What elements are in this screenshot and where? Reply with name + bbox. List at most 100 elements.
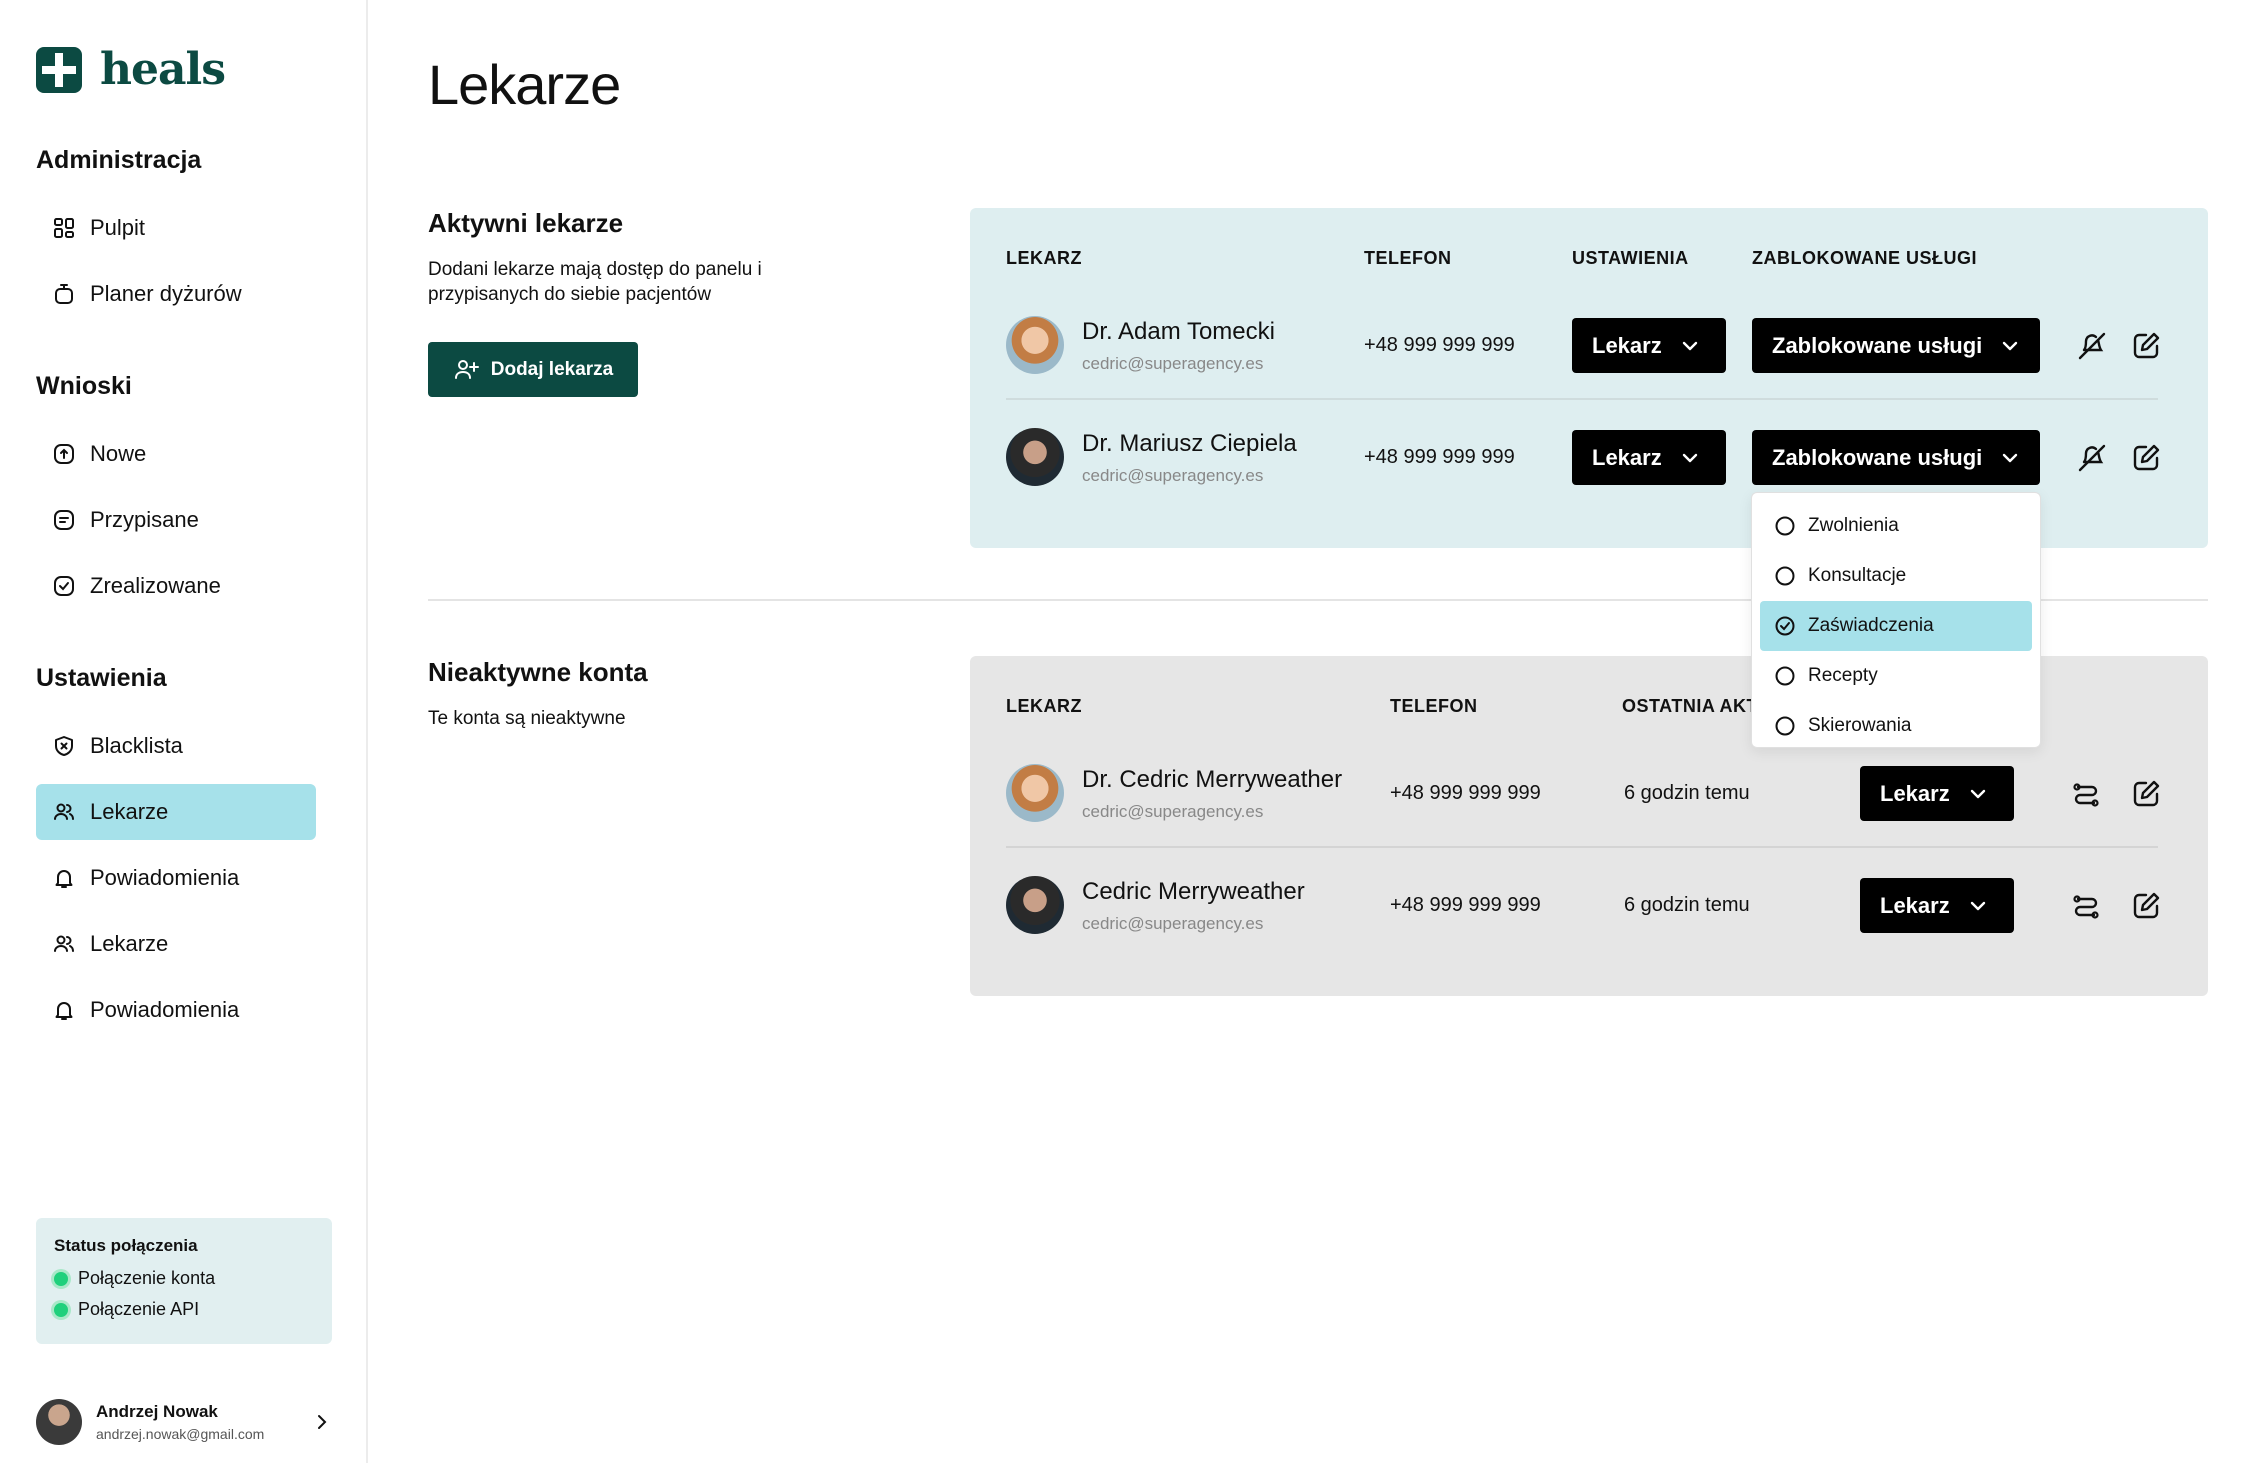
role-label: Lekarz [1880,892,1950,918]
sidebar-item-label: Zrealizowane [90,573,221,598]
radio-checked-icon [1774,615,1796,637]
bell-icon [55,870,73,888]
avatar [36,1399,82,1445]
header-doctor: LEKARZ [1006,696,1082,716]
new-request-icon [54,444,74,464]
sidebar-item-powiadomienia-2[interactable]: Powiadomienia [36,982,316,1038]
reactivate-icon[interactable] [2070,778,2102,810]
avatar [1006,876,1064,934]
menu-option-recepty[interactable]: Recepty [1760,651,2032,701]
menu-option-konsultacje[interactable]: Konsultacje [1760,551,2032,601]
header-doctor: LEKARZ [1006,248,1082,268]
chevron-down-icon [1680,448,1700,468]
inactive-section-title: Nieaktywne konta [428,657,648,687]
status-dot-icon [54,1271,68,1286]
sidebar-item-zrealizowane[interactable]: Zrealizowane [36,558,316,614]
doctor-name: Dr. Adam Tomecki [1082,318,1275,345]
active-section-title: Aktywni lekarze [428,208,624,238]
option-label: Zaświadczenia [1808,615,1934,636]
blocked-services-dropdown[interactable]: Zablokowane usługi [1752,318,2040,373]
header-settings: USTAWIENIA [1572,248,1689,268]
chevron-right-icon[interactable] [312,1412,332,1432]
role-dropdown[interactable]: Lekarz [1860,878,2014,933]
sidebar-item-planer[interactable]: Planer dyżurów [36,266,316,322]
doctor-email: cedric@superagency.es [1082,802,1264,821]
menu-option-zwolnienia[interactable]: Zwolnienia [1760,501,2032,551]
option-label: Recepty [1808,665,1878,686]
chevron-down-icon [1968,896,1988,916]
user-name: Andrzej Nowak [96,1402,218,1421]
sidebar-item-label: Nowe [90,441,147,466]
blocked-label: Zablokowane usługi [1772,332,1983,358]
sidebar-item-lekarze-2[interactable]: Lekarze [36,916,316,972]
role-label: Lekarz [1880,780,1950,806]
sidebar-item-label: Lekarze [90,931,169,956]
nav-section-administracja: Administracja [36,146,202,174]
header-phone: TELEFON [1390,696,1478,716]
avatar [1006,764,1064,822]
timer-icon [55,284,73,304]
option-label: Skierowania [1808,715,1912,736]
user-email: andrzej.nowak@gmail.com [96,1426,265,1442]
option-label: Konsultacje [1808,565,1907,586]
status-row: Połączenie konta [54,1268,314,1289]
active-section-description: Dodani lekarze mają dostęp do panelu i p… [428,259,762,305]
avatar [1006,316,1064,374]
blocked-services-dropdown[interactable]: Zablokowane usługi [1752,430,2040,485]
sidebar-item-label: Planer dyżurów [90,281,242,306]
doctor-phone: +48 999 999 999 [1364,334,1515,356]
table-row: Cedric Merryweather cedric@superagency.e… [1006,850,2158,960]
role-dropdown[interactable]: Lekarz [1572,318,1726,373]
bell-off-icon[interactable] [2076,442,2108,474]
status-row: Połączenie API [54,1299,314,1320]
option-label: Zwolnienia [1808,515,1899,536]
edit-icon[interactable] [2130,890,2162,922]
doctor-phone: +48 999 999 999 [1390,894,1541,916]
nav-section-wnioski: Wnioski [36,372,132,400]
sidebar-item-label: Pulpit [90,215,146,240]
dashboard-icon [54,218,74,238]
blocked-label: Zablokowane usługi [1772,444,1983,470]
menu-option-zaswiadczenia[interactable]: Zaświadczenia [1760,601,2032,651]
sidebar-item-przypisane[interactable]: Przypisane [36,492,316,548]
sidebar-item-pulpit[interactable]: Pulpit [36,200,316,256]
user-profile[interactable]: Andrzej Nowak andrzej.nowak@gmail.com [36,1396,332,1448]
sidebar-item-lekarze[interactable]: Lekarze [36,784,316,840]
doctor-name: Cedric Merryweather [1082,878,1305,905]
add-doctor-label: Dodaj lekarza [490,358,614,380]
users-icon [54,803,74,820]
sidebar-item-label: Powiadomienia [90,997,240,1022]
chevron-down-icon [1968,784,1988,804]
radio-unchecked-icon [1774,665,1796,687]
doctor-email: cedric@superagency.es [1082,914,1264,933]
sidebar-item-label: Przypisane [90,507,199,532]
status-label: Połączenie API [78,1299,200,1319]
doctor-name: Dr. Mariusz Ciepiela [1082,430,1297,457]
chevron-down-icon [1680,336,1700,356]
doctor-name: Dr. Cedric Merryweather [1082,766,1343,793]
edit-icon[interactable] [2130,442,2162,474]
add-doctor-button[interactable]: Dodaj lekarza [428,342,638,397]
sidebar-item-label: Blacklista [90,733,183,758]
edit-icon[interactable] [2130,330,2162,362]
radio-unchecked-icon [1774,565,1796,587]
sidebar-item-label: Powiadomienia [90,865,240,890]
doctor-email: cedric@superagency.es [1082,466,1264,485]
sidebar-item-nowe[interactable]: Nowe [36,426,316,482]
sidebar-item-powiadomienia[interactable]: Powiadomienia [36,850,316,906]
edit-icon[interactable] [2130,778,2162,810]
status-dot-icon [54,1302,68,1317]
menu-option-skierowania[interactable]: Skierowania [1760,701,2032,751]
radio-unchecked-icon [1774,515,1796,537]
role-dropdown[interactable]: Lekarz [1860,766,2014,821]
reactivate-icon[interactable] [2070,890,2102,922]
completed-icon [54,576,74,596]
header-last-activity: OSTATNIA AKT [1622,696,1758,716]
role-dropdown[interactable]: Lekarz [1572,430,1726,485]
sidebar-item-blacklista[interactable]: Blacklista [36,718,316,774]
logo[interactable]: heals [36,44,226,95]
role-label: Lekarz [1592,332,1662,358]
connection-status: Status połączenia Połączenie konta Połąc… [36,1218,332,1344]
chevron-down-icon [2000,336,2020,356]
bell-off-icon[interactable] [2076,330,2108,362]
